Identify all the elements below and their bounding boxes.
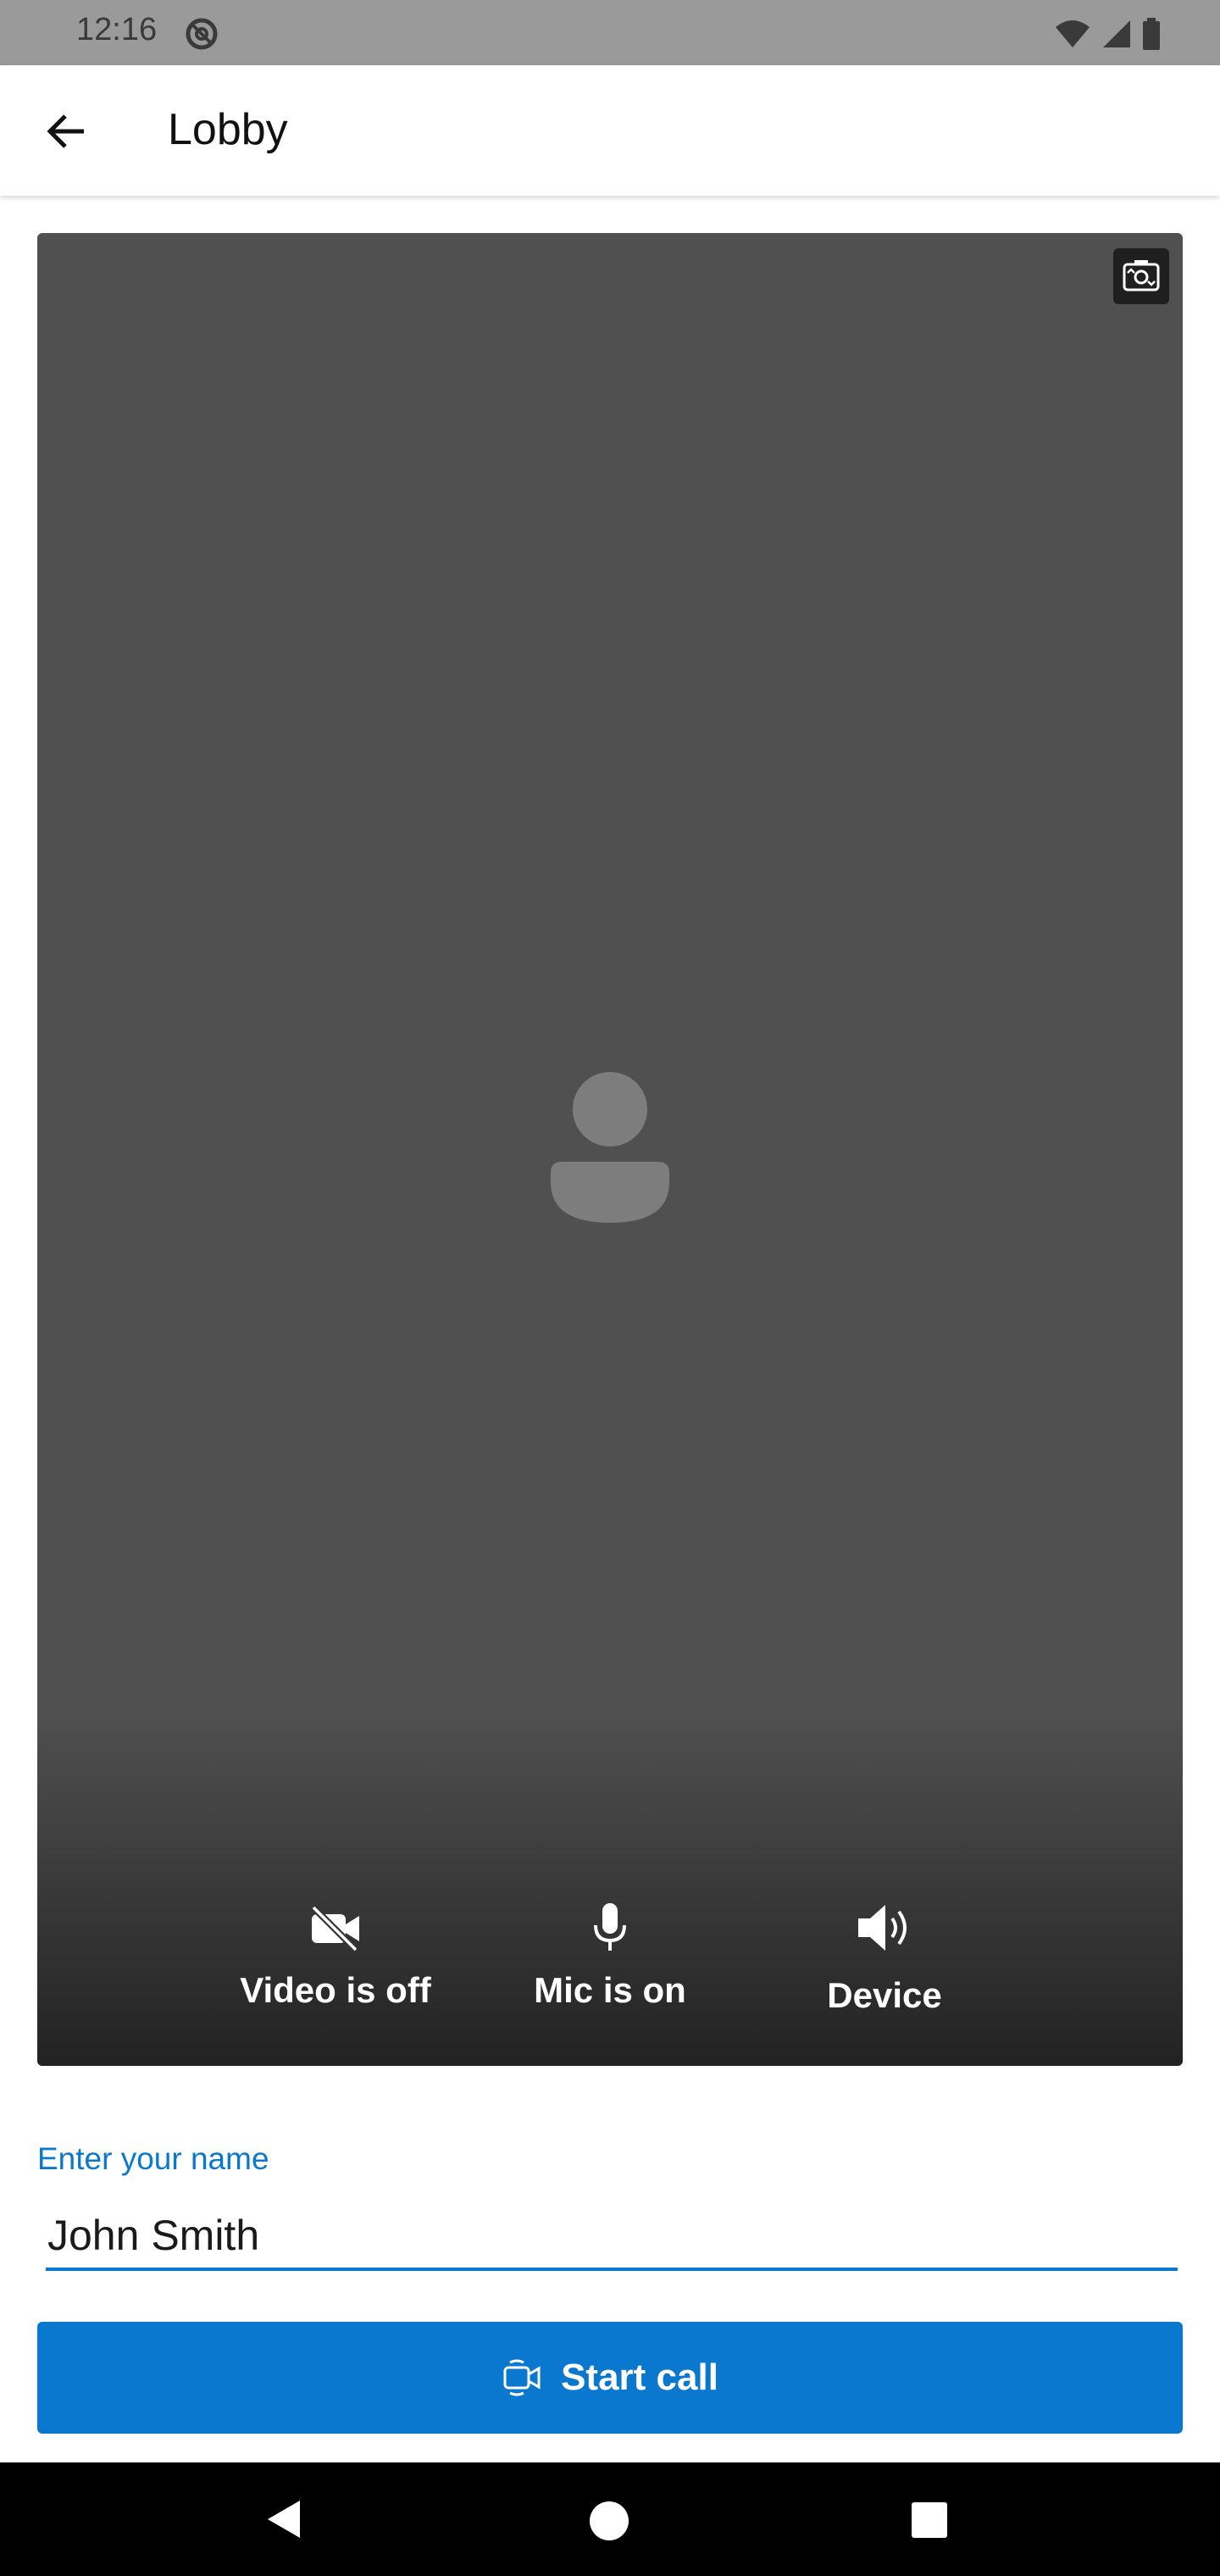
mic-status-label: Mic is on: [534, 1970, 686, 2010]
status-icons: [1054, 17, 1161, 51]
switch-camera-icon: [1123, 260, 1160, 291]
video-toggle-button[interactable]: Video is off: [225, 1894, 446, 2011]
status-time: 12:16: [76, 12, 158, 47]
signal-icon: [1103, 20, 1130, 47]
back-button[interactable]: [34, 99, 98, 164]
page-title: Lobby: [168, 105, 288, 154]
nav-home-icon[interactable]: [590, 2501, 629, 2540]
status-bar: 12:16: [0, 0, 1220, 65]
do-not-disturb-icon: [186, 18, 218, 50]
start-call-button[interactable]: Start call: [37, 2322, 1183, 2434]
name-input[interactable]: [46, 2203, 1178, 2271]
app-bar: Lobby: [0, 65, 1220, 196]
device-label: Device: [827, 1975, 942, 2015]
audio-device-button[interactable]: Device: [774, 1894, 995, 2016]
battery-icon: [1143, 18, 1160, 50]
nav-recents-icon[interactable]: [912, 2502, 947, 2538]
start-call-label: Start call: [561, 2357, 718, 2398]
name-field-label: Enter your name: [37, 2141, 269, 2176]
switch-camera-button[interactable]: [1113, 248, 1169, 304]
nav-back-icon[interactable]: [264, 2498, 303, 2540]
video-off-icon: [311, 1905, 359, 1951]
speaker-icon: [858, 1905, 907, 1951]
microphone-icon: [594, 1903, 626, 1951]
system-nav-bar: [0, 2462, 1220, 2576]
person-placeholder-icon: [551, 1072, 669, 1223]
mic-toggle-button[interactable]: Mic is on: [500, 1894, 720, 2011]
video-status-label: Video is off: [240, 1970, 431, 2010]
wifi-icon: [1056, 20, 1090, 47]
video-call-icon: [503, 2359, 541, 2396]
arrow-left-icon: [47, 114, 84, 148]
device-controls: Video is off Mic is on Device: [37, 1894, 1183, 2046]
video-preview: Video is off Mic is on Device: [37, 233, 1183, 2066]
